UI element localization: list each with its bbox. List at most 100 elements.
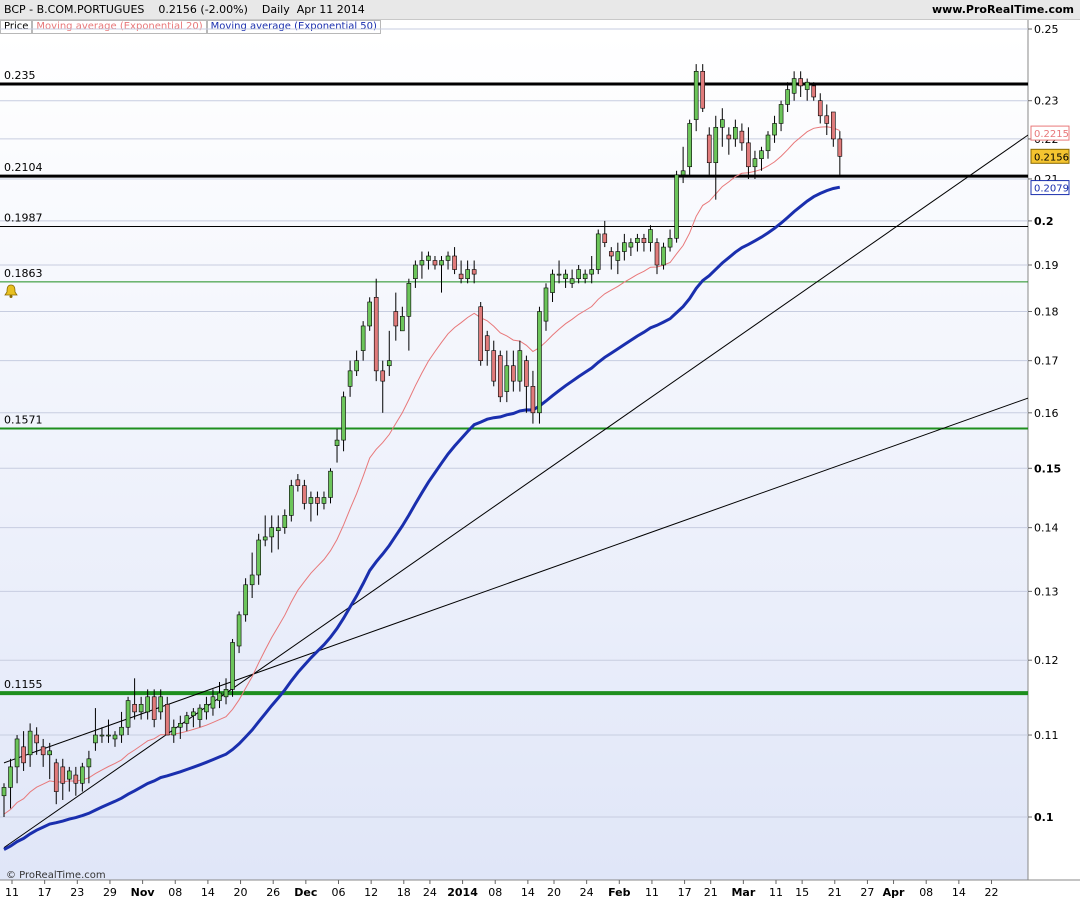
candle-bull [289, 479, 294, 522]
candle-body [576, 269, 581, 279]
candle-body [635, 237, 640, 243]
candle-body [726, 134, 732, 140]
x-tick-label: 12 [364, 886, 378, 899]
candle-body [295, 479, 301, 486]
x-axis-ticks: 11 17 23 29 Nov 08 14 20 26 Dec 06 12 18 24 2014 08 14 20… [5, 880, 999, 899]
candle-body [86, 758, 92, 768]
x-tick-label: 29 [103, 886, 117, 899]
x-tick-label: Mar [731, 886, 755, 899]
candle-body [14, 738, 20, 768]
candle-body [164, 704, 170, 736]
x-tick-label: 14 [521, 886, 535, 899]
candle-body [589, 269, 595, 275]
candle-body [73, 774, 79, 784]
candle-body [680, 170, 686, 176]
candle-body [798, 78, 803, 87]
y-tick-label: 0.25 [1034, 23, 1059, 36]
level-label: 0.1155 [4, 678, 43, 691]
candle-body [602, 233, 608, 243]
candle-body [648, 229, 653, 243]
candle-body [275, 527, 281, 532]
ema50-tag-value: 0.2079 [1034, 184, 1069, 195]
candle-body [497, 355, 503, 398]
x-tick-label: 20 [547, 886, 561, 899]
candle-body [419, 260, 425, 266]
y-tick-label: 0.2 [1034, 215, 1054, 228]
x-tick-label: 17 [38, 886, 52, 899]
candle-body [230, 642, 235, 690]
candle-body [693, 71, 699, 120]
x-tick-label: 11 [645, 886, 659, 899]
candle-bear [497, 350, 503, 403]
y-tick-label: 0.14 [1034, 522, 1059, 535]
price-chart: 0.235 0.2104 0.1987 0.1863 0.1571 0.1155 0.25… [0, 20, 1080, 899]
y-tick-label: 0.19 [1034, 259, 1059, 272]
y-axis-ticks: 0.250.230.220.210.20.190.180.170.160.150… [1028, 23, 1061, 824]
candle-body [550, 273, 555, 293]
x-tick-label: 08 [919, 886, 933, 899]
candle-body [706, 134, 712, 164]
x-tick-label: 08 [488, 886, 502, 899]
y-tick-label: 0.17 [1034, 355, 1059, 368]
candle-body [432, 260, 438, 266]
candle-body [465, 269, 470, 279]
y-tick-label: 0.18 [1034, 306, 1059, 319]
candle-body [197, 707, 203, 720]
candle-body [27, 730, 33, 756]
candle-body [471, 269, 477, 275]
candle-body [733, 126, 738, 140]
candle-body [608, 251, 614, 257]
candle-body [556, 273, 562, 276]
candle-body [249, 574, 255, 586]
candle-body [785, 89, 790, 105]
level-label: 0.1987 [4, 212, 43, 225]
candle-body [341, 396, 346, 441]
candle-body [138, 704, 144, 713]
candle-body [824, 115, 830, 124]
candle-body [524, 360, 529, 387]
candle-body [204, 704, 209, 713]
candle-body [791, 78, 797, 94]
candle-body [8, 766, 13, 788]
candle-body [367, 301, 372, 327]
y-tick-label: 0.16 [1034, 407, 1059, 420]
x-tick-label: 18 [397, 886, 411, 899]
candle-body [217, 692, 222, 701]
x-tick-label: 21 [828, 886, 842, 899]
candle-bull [595, 229, 601, 275]
candle-body [445, 255, 451, 261]
candle-body [145, 696, 150, 713]
x-tick-label: 23 [70, 886, 84, 899]
candle-body [1, 787, 7, 797]
candle-body [223, 689, 229, 698]
candle-body [236, 614, 242, 647]
y-tick-label: 0.13 [1034, 585, 1059, 598]
x-tick-label: 21 [704, 886, 718, 899]
candle-body [458, 273, 464, 279]
candle-body [491, 350, 497, 382]
candle-body [563, 273, 568, 279]
candle-body [191, 711, 196, 717]
candle-body [413, 264, 418, 279]
candle-body [40, 746, 46, 756]
level-label: 0.2104 [4, 161, 43, 174]
x-tick-label: 2014 [447, 886, 478, 899]
candle-body [334, 439, 340, 446]
candle-body [282, 515, 288, 528]
candle-body [537, 311, 542, 414]
candle-body [504, 365, 510, 392]
candle-body [34, 734, 39, 744]
candle-body [615, 251, 621, 261]
candle-bull [537, 306, 542, 424]
x-tick-label: 14 [952, 886, 966, 899]
candle-body [321, 497, 327, 504]
candle-body [347, 370, 353, 387]
x-tick-label: 11 [769, 886, 783, 899]
candle-bull [687, 119, 692, 175]
ema20-tag-value: 0.2215 [1034, 129, 1069, 140]
candle-body [511, 365, 516, 382]
candle-body [125, 700, 131, 728]
y-tick-label: 0.23 [1034, 95, 1059, 108]
candle-body [569, 278, 575, 284]
candle-body [641, 237, 647, 243]
